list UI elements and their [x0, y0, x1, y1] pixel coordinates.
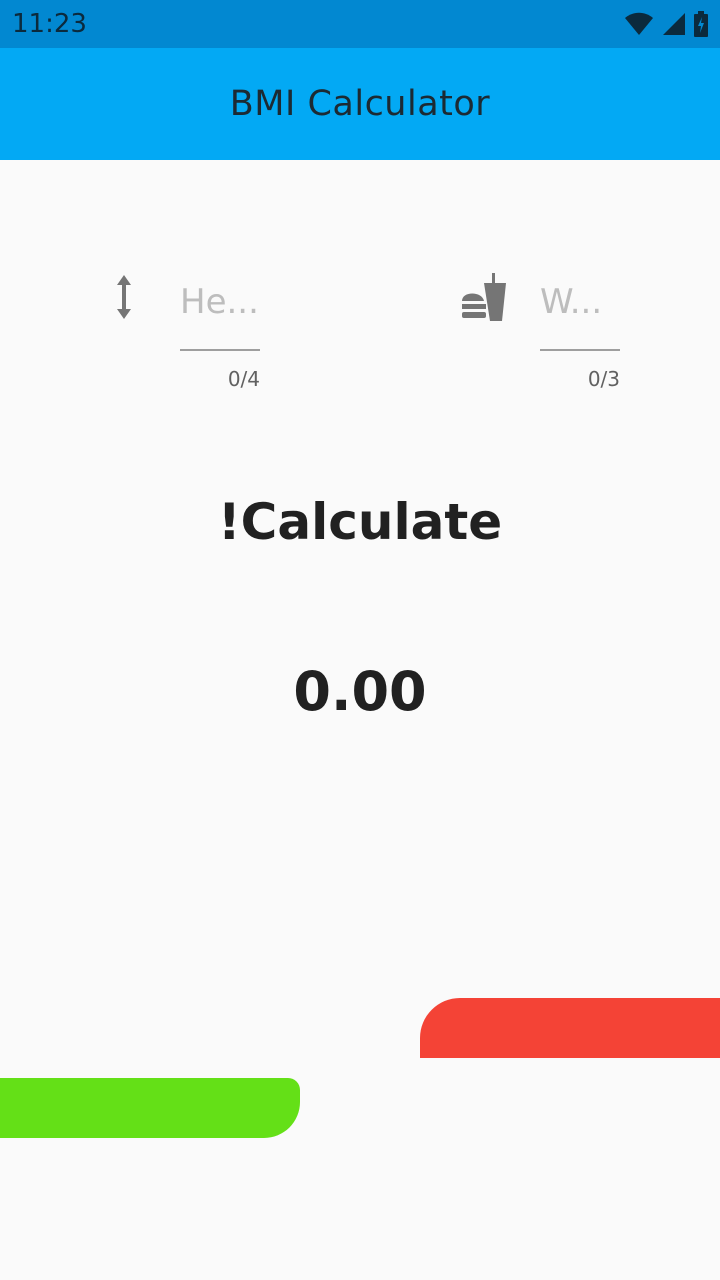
weight-input[interactable] — [540, 255, 620, 351]
red-decor-bar — [420, 998, 720, 1058]
height-counter: 0/4 — [227, 367, 260, 391]
signal-icon — [663, 13, 685, 35]
battery-icon — [694, 11, 708, 37]
weight-counter: 0/3 — [587, 367, 620, 391]
green-decor-bar — [0, 1078, 300, 1138]
status-icons — [624, 10, 708, 38]
calculate-button[interactable]: !Calculate — [160, 480, 560, 564]
height-field-group: 0/4 — [100, 255, 280, 395]
wifi-icon — [625, 12, 653, 35]
status-bar: 11:23 — [0, 0, 720, 48]
app-title: BMI Calculator — [229, 84, 491, 124]
bmi-result: 0.00 — [293, 660, 427, 723]
app-bar: BMI Calculator — [0, 48, 720, 160]
weight-field-group: 0/3 — [460, 255, 640, 395]
height-arrow-icon — [117, 275, 131, 319]
fastfood-icon — [462, 273, 506, 321]
status-time: 11:23 — [12, 9, 87, 39]
height-input[interactable] — [180, 255, 260, 351]
